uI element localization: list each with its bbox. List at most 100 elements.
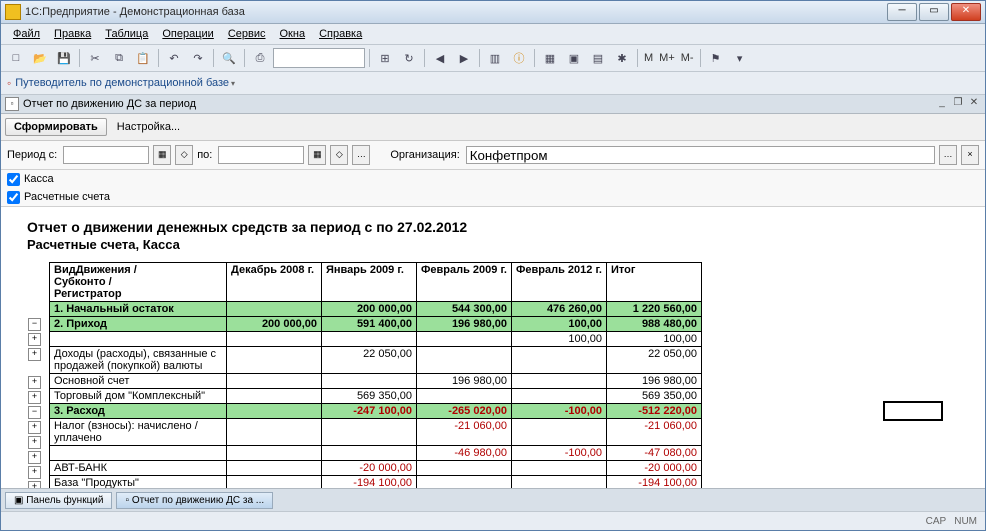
cell: [227, 404, 322, 419]
refresh-icon[interactable]: ↻: [398, 47, 420, 69]
expand-icon[interactable]: +: [28, 481, 41, 488]
tab-close-icon[interactable]: ✕: [967, 97, 981, 111]
cell: [227, 347, 322, 374]
cell: [512, 389, 607, 404]
table-row[interactable]: 2. Приход200 000,00591 400,00196 980,001…: [50, 317, 702, 332]
expand-icon[interactable]: +: [28, 421, 41, 434]
help-icon[interactable]: ⓘ: [508, 47, 530, 69]
tool-icon-2[interactable]: ▦: [539, 47, 561, 69]
paste-icon[interactable]: 📋: [132, 47, 154, 69]
generate-button[interactable]: Сформировать: [5, 118, 107, 136]
menu-help[interactable]: Справка: [313, 26, 368, 42]
tab-restore-icon[interactable]: ❐: [951, 97, 965, 111]
menu-service[interactable]: Сервис: [222, 26, 272, 42]
expand-icon[interactable]: +: [28, 391, 41, 404]
date-to-clear-icon[interactable]: ◇: [330, 145, 348, 165]
nav-fwd-icon[interactable]: ▶: [453, 47, 475, 69]
table-row[interactable]: 3. Расход-247 100,00-265 020,00-100,00-5…: [50, 404, 702, 419]
cell: -46 980,00: [417, 446, 512, 461]
rs-checkbox[interactable]: [7, 191, 20, 204]
menu-operations[interactable]: Операции: [156, 26, 219, 42]
expand-icon[interactable]: +: [28, 376, 41, 389]
cut-icon[interactable]: ✂: [84, 47, 106, 69]
cell: -247 100,00: [322, 404, 417, 419]
menu-windows[interactable]: Окна: [274, 26, 312, 42]
cell: [322, 332, 417, 347]
date-to-input[interactable]: [218, 146, 304, 164]
cell: 200 000,00: [322, 302, 417, 317]
collapse-icon[interactable]: −: [28, 318, 41, 331]
zoom-combo[interactable]: [273, 48, 365, 68]
table-row[interactable]: Налог (взносы): начислено / уплачено-21 …: [50, 419, 702, 446]
period-select-icon[interactable]: …: [352, 145, 370, 165]
m-plus-button[interactable]: M+: [657, 52, 677, 64]
collapse-icon[interactable]: −: [28, 406, 41, 419]
kassa-checkbox[interactable]: [7, 173, 20, 186]
expand-icon[interactable]: +: [28, 451, 41, 464]
row-label: 3. Расход: [50, 404, 227, 419]
nav-back-icon[interactable]: ◀: [429, 47, 451, 69]
table-row[interactable]: 100,00100,00: [50, 332, 702, 347]
cell: -20 000,00: [607, 461, 702, 476]
new-icon[interactable]: □: [5, 47, 27, 69]
settings-button[interactable]: Настройка...: [111, 119, 186, 135]
table-row[interactable]: АВТ-БАНК-20 000,00-20 000,00: [50, 461, 702, 476]
chevron-down-icon[interactable]: ▾: [231, 79, 235, 88]
report-area[interactable]: Отчет о движении денежных средств за пер…: [1, 207, 985, 488]
calc-icon[interactable]: ⊞: [374, 47, 396, 69]
tab-minimize-icon[interactable]: _: [935, 97, 949, 111]
table-row[interactable]: 1. Начальный остаток200 000,00544 300,00…: [50, 302, 702, 317]
print-icon[interactable]: ⎙: [249, 47, 271, 69]
date-from-clear-icon[interactable]: ◇: [175, 145, 193, 165]
menu-table[interactable]: Таблица: [99, 26, 154, 42]
cell: -21 060,00: [417, 419, 512, 446]
row-label: Доходы (расходы), связанные с продажей (…: [50, 347, 227, 374]
table-row[interactable]: -46 980,00-100,00-47 080,00: [50, 446, 702, 461]
guide-link[interactable]: Путеводитель по демонстрационной базе: [15, 77, 229, 89]
expand-icon[interactable]: +: [28, 348, 41, 361]
cell: [512, 347, 607, 374]
tool-icon-1[interactable]: ▥: [484, 47, 506, 69]
row-label: Торговый дом "Комплексный": [50, 389, 227, 404]
open-icon[interactable]: 📂: [29, 47, 51, 69]
menu-edit[interactable]: Правка: [48, 26, 97, 42]
command-bar: Сформировать Настройка...: [1, 114, 985, 141]
tool-icon-3[interactable]: ▣: [563, 47, 585, 69]
tool-icon-6[interactable]: ⚑: [705, 47, 727, 69]
menu-file[interactable]: Файл: [7, 26, 46, 42]
tool-icon-4[interactable]: ▤: [587, 47, 609, 69]
org-input[interactable]: [466, 146, 935, 164]
save-icon[interactable]: 💾: [53, 47, 75, 69]
table-row[interactable]: Торговый дом "Комплексный"569 350,00569 …: [50, 389, 702, 404]
report-title: Отчет о движении денежных средств за пер…: [27, 219, 959, 235]
minimize-button[interactable]: ─: [887, 3, 917, 21]
date-from-input[interactable]: [63, 146, 149, 164]
m-minus-button[interactable]: M-: [679, 52, 696, 64]
maximize-button[interactable]: ▭: [919, 3, 949, 21]
table-row[interactable]: База "Продукты"-194 100,00-194 100,00: [50, 476, 702, 489]
find-icon[interactable]: 🔍: [218, 47, 240, 69]
org-select-icon[interactable]: …: [939, 145, 957, 165]
task-panel-button[interactable]: ▣ Панель функций: [5, 492, 112, 509]
table-row[interactable]: Доходы (расходы), связанные с продажей (…: [50, 347, 702, 374]
table-row[interactable]: Основной счет196 980,00196 980,00: [50, 374, 702, 389]
cell: [322, 419, 417, 446]
expand-icon[interactable]: +: [28, 436, 41, 449]
task-doc-button[interactable]: ▫ Отчет по движению ДС за ...: [116, 492, 273, 509]
copy-icon[interactable]: ⧉: [108, 47, 130, 69]
dropdown-icon[interactable]: ▾: [729, 47, 751, 69]
redo-icon[interactable]: ↷: [187, 47, 209, 69]
org-clear-icon[interactable]: ×: [961, 145, 979, 165]
cell: -47 080,00: [607, 446, 702, 461]
date-to-calendar-icon[interactable]: ▦: [308, 145, 326, 165]
close-button[interactable]: ✕: [951, 3, 981, 21]
m-button[interactable]: M: [642, 52, 655, 64]
expand-icon[interactable]: +: [28, 466, 41, 479]
date-from-calendar-icon[interactable]: ▦: [153, 145, 171, 165]
expand-icon[interactable]: +: [28, 333, 41, 346]
cell-selection: [883, 401, 943, 421]
cell: [417, 461, 512, 476]
undo-icon[interactable]: ↶: [163, 47, 185, 69]
tool-icon-5[interactable]: ✱: [611, 47, 633, 69]
cell: [417, 347, 512, 374]
